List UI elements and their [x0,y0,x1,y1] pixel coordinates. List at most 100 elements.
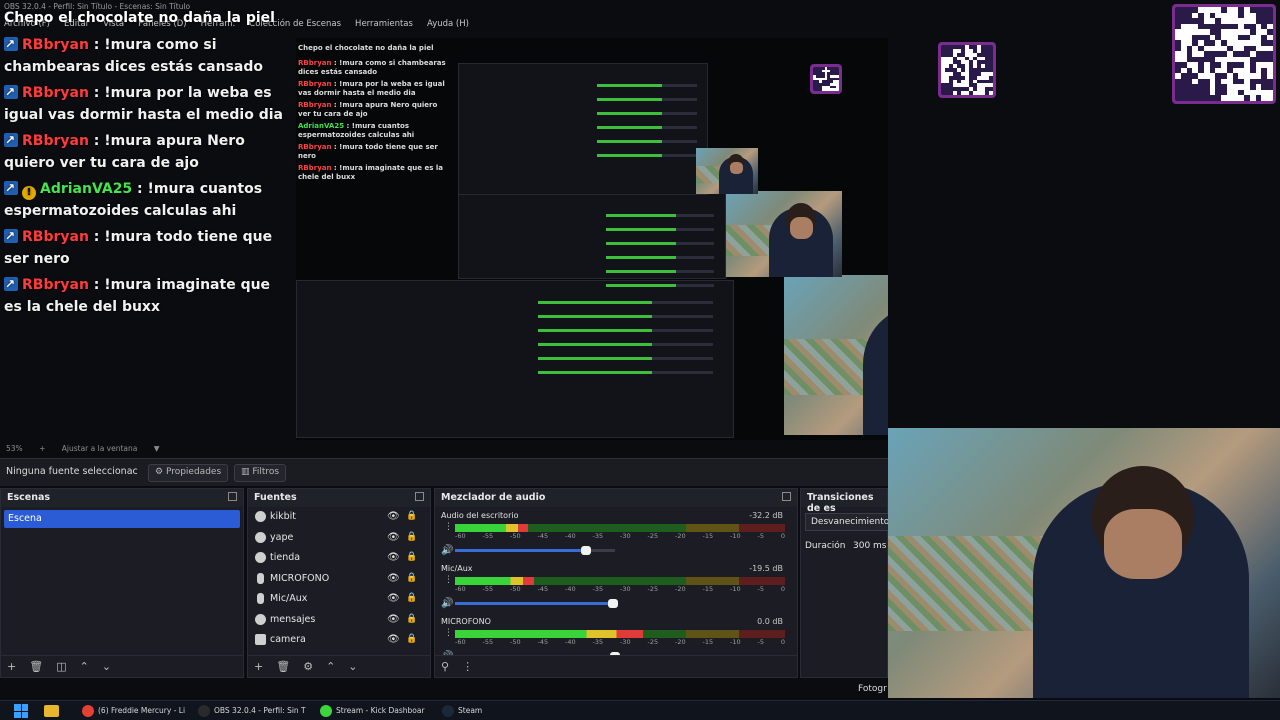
scene-filter-icon[interactable]: ◫ [56,660,66,673]
speaker-icon[interactable]: 🔊 [441,598,453,609]
chat-message: !AdrianVA25 : !mura cuantos espermatozoi… [4,177,289,222]
volume-slider[interactable] [455,599,619,608]
add-icon[interactable]: + [7,660,16,673]
eye-icon[interactable]: 👁 [387,593,400,604]
preview-meter-level [606,256,677,259]
webcam-face [730,161,743,174]
chat-message: RBbryan : !mura como si chambearas dices… [4,33,289,78]
eye-icon[interactable]: 👁 [387,573,400,584]
qr-module [1267,40,1273,46]
source-item[interactable]: Mic/Aux 👁 🔒 [248,589,430,610]
qr-module [1267,18,1273,24]
scenes-title: Escenas [7,492,51,503]
add-icon[interactable]: + [254,660,263,673]
source-item[interactable]: camera 👁 🔒 [248,630,430,651]
undock-icon[interactable] [782,492,791,501]
filters-button[interactable]: ▥ Filtros [234,464,287,482]
link-icon[interactable]: ⚲ [441,660,449,673]
source-label: yape [270,531,294,543]
move-down-icon[interactable]: ⌄ [102,660,111,673]
eye-icon[interactable]: 👁 [387,532,400,543]
taskbar-item[interactable]: OBS 32.0.4 - Perfil: Sin T [198,703,306,719]
taskbar-item[interactable]: Stream - Kick Dashboar [320,703,425,719]
source-item[interactable]: tienda 👁 🔒 [248,548,430,569]
undock-icon[interactable] [228,492,237,501]
menu-item[interactable]: Ayuda (H) [427,19,469,29]
channel-db: -32.2 dB [749,511,783,520]
filters-label: Filtros [252,467,280,477]
mixer-title: Mezclador de audio [441,492,546,503]
properties-button[interactable]: ⚙ Propiedades [148,464,229,482]
app-icon [198,705,210,717]
file-explorer-icon[interactable] [44,705,59,717]
qr-module [1267,56,1273,63]
sources-footer: + 🗑 ⚙ ⌃ ⌄ [248,655,430,677]
speaker-icon[interactable]: 🔊 [441,545,453,556]
windows-start-icon[interactable] [14,704,28,718]
scale-tick: -60 [455,585,466,593]
menu-dots-icon[interactable]: ⋮ [444,629,453,638]
trash-icon[interactable]: 🗑 [276,660,290,673]
move-up-icon[interactable]: ⌃ [326,660,335,673]
eye-icon[interactable]: 👁 [387,614,400,625]
menu-dots-icon[interactable]: ⋮ [462,660,473,673]
qr-module [1221,51,1227,57]
source-item[interactable]: kikbit 👁 🔒 [248,507,430,528]
sources-header: Fuentes [248,489,430,507]
zoom-in-icon[interactable]: + [39,444,45,453]
zoom-level[interactable]: 53% [6,444,23,453]
taskbar-item[interactable]: Steam [442,703,482,719]
lock-icon[interactable]: 🔒 [406,593,417,603]
lock-icon[interactable]: 🔒 [406,573,417,583]
volume-knob[interactable] [608,599,619,608]
preview-chat-message: RBbryan : !mura imaginate que es la chel… [298,164,448,182]
menu-dots-icon[interactable]: ⋮ [444,523,453,532]
lock-icon[interactable]: 🔒 [406,511,417,521]
mic-icon [257,593,264,604]
transition-select[interactable]: Desvanecimiento [805,513,889,531]
source-label: MICROFONO [270,572,330,584]
preview-nested-frame [458,63,708,195]
sources-dock: Fuentes kikbit 👁 🔒 yape 👁 🔒 tienda 👁 🔒 MICROFONO 👁… [247,488,431,678]
duration-input[interactable]: 300 ms [853,541,887,551]
transitions-header: Transiciones de es [801,489,887,514]
eye-icon[interactable]: 👁 [387,552,400,563]
volume-knob[interactable] [581,546,592,555]
preview-zoom-bar: 53% + Ajustar a la ventana ▼ [0,442,888,456]
sources-list: kikbit 👁 🔒 yape 👁 🔒 tienda 👁 🔒 MICROFONO 👁 🔒 Mic/Aux… [248,507,430,651]
lock-icon[interactable]: 🔒 [406,552,417,562]
mixer-channels: Audio del escritorio -32.2 dB ⋮ -60 -55 -50 -4… [435,507,797,666]
channel-db: 0.0 dB [757,617,783,626]
chevron-down-icon[interactable]: ▼ [154,444,160,453]
taskbar-item[interactable]: (6) Freddie Mercury - Li [82,703,185,719]
menu-item[interactable]: Herramientas [355,19,413,29]
eye-icon[interactable]: 👁 [387,511,400,522]
source-item[interactable]: mensajes 👁 🔒 [248,610,430,631]
scale-tick: -10 [730,585,741,593]
qr-module [1175,45,1181,52]
eye-icon[interactable]: 👁 [387,634,400,645]
volume-slider[interactable] [455,546,615,555]
source-item[interactable]: MICROFONO 👁 🔒 [248,569,430,590]
lock-icon[interactable]: 🔒 [406,532,417,542]
share-icon [4,225,18,247]
gear-icon[interactable]: ⚙ [303,660,313,673]
menu-dots-icon[interactable]: ⋮ [444,576,453,585]
preview-canvas[interactable]: Chepo el chocolate no daña la piel RBbrya… [296,38,888,440]
preview-meter-level [596,84,662,87]
source-item[interactable]: yape 👁 🔒 [248,528,430,549]
fit-window-label[interactable]: Ajustar a la ventana [62,444,138,453]
lock-icon[interactable]: 🔒 [406,634,417,644]
chat-message: RBbryan : !mura por la weba es igual vas… [4,81,289,126]
undock-icon[interactable] [415,492,424,501]
trash-icon[interactable]: 🗑 [29,660,43,673]
lock-icon[interactable]: 🔒 [406,614,417,624]
no-source-label: Ninguna fuente seleccionac [6,466,138,477]
scene-item[interactable]: Escena [4,510,240,528]
qr-module [833,85,837,89]
move-down-icon[interactable]: ⌄ [348,660,357,673]
move-up-icon[interactable]: ⌃ [80,660,89,673]
scenes-footer: + 🗑 ◫ ⌃ ⌄ [1,655,243,677]
qr-module [1238,12,1245,19]
volume-fill [455,549,587,552]
